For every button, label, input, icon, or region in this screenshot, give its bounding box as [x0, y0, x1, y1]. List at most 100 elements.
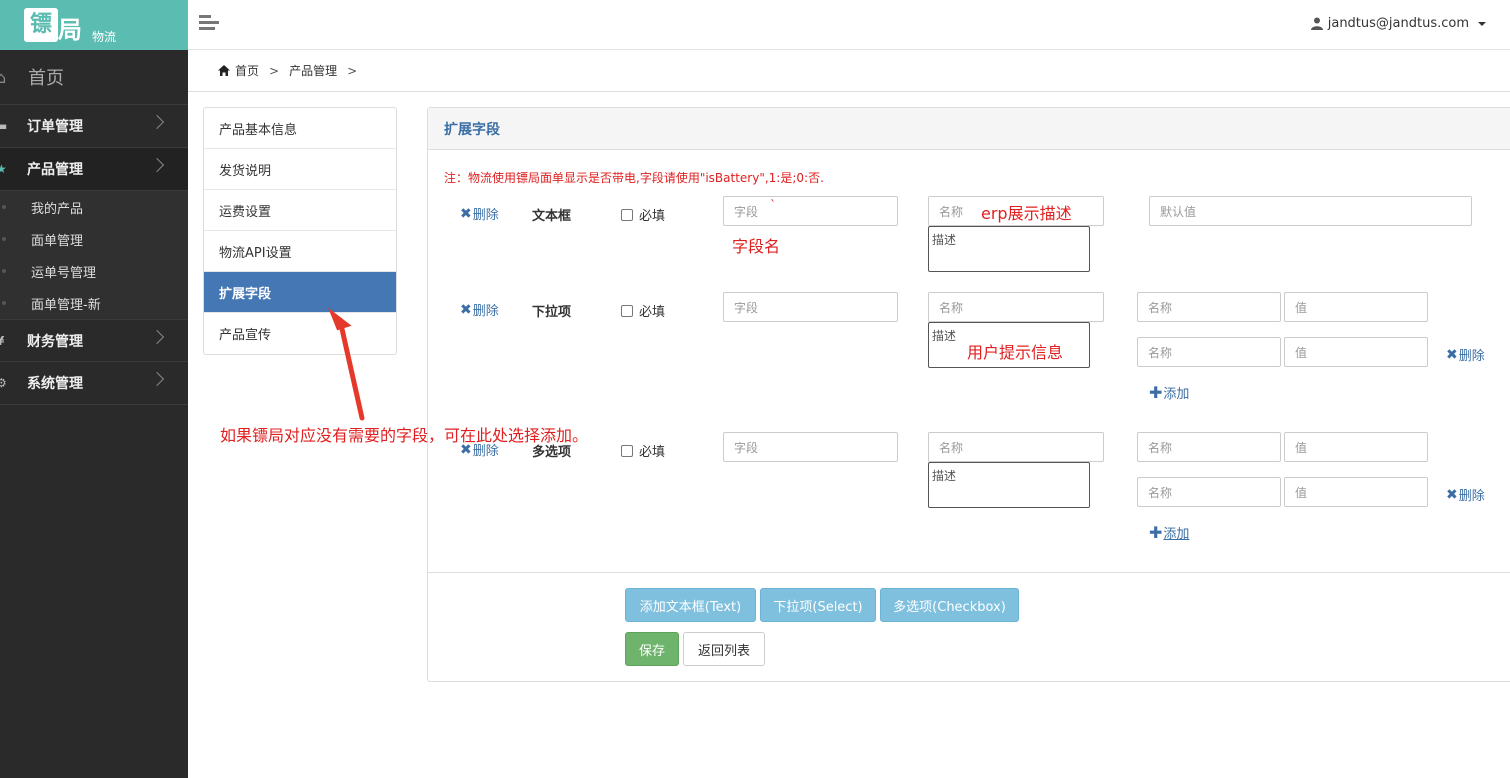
annotation-field-name: 字段名 — [732, 237, 781, 256]
default-value-input[interactable]: 默认值 — [1149, 196, 1472, 226]
chevron-right-icon — [149, 157, 165, 173]
breadcrumb-separator: > — [269, 63, 280, 78]
field-key-input[interactable]: 字段 — [723, 432, 898, 462]
option-value-input[interactable]: 值 — [1284, 432, 1428, 462]
add-label: 添加 — [1163, 527, 1190, 542]
sidebar-subitem-label: 我的产品 — [31, 201, 84, 217]
option-value-input[interactable]: 值 — [1284, 477, 1428, 507]
breadcrumb-home[interactable]: 首页 — [235, 62, 259, 79]
logo[interactable]: 镖 局 物流 — [0, 0, 188, 50]
top-header: jandtus@jandtus.com — [188, 0, 1510, 50]
delete-label: 删除 — [1458, 349, 1485, 364]
checkbox-icon[interactable] — [621, 304, 633, 317]
tab-basic-info[interactable]: 产品基本信息 — [204, 108, 396, 149]
bullet-icon — [2, 269, 6, 273]
bullet-icon — [2, 205, 6, 209]
add-option-button[interactable]: ✚ 添加 — [1149, 523, 1189, 542]
sidebar-item-home[interactable]: ⌂ 首页 — [0, 50, 188, 105]
field-type-label: 文本框 — [532, 209, 572, 224]
plus-icon: ✚ — [1149, 523, 1163, 542]
tab-freight-settings[interactable]: 运费设置 — [204, 190, 396, 231]
panel-title: 扩展字段 — [428, 108, 1510, 150]
home-icon: ⌂ — [0, 67, 7, 87]
option-name-input[interactable]: 名称 — [1137, 432, 1281, 462]
add-text-field-button[interactable]: 添加文本框(Text) — [625, 588, 756, 622]
delete-row-text-button[interactable]: ✖ 删除 — [460, 204, 499, 224]
close-icon: ✖ — [1446, 346, 1458, 363]
delete-label: 删除 — [472, 208, 499, 223]
sidebar-subitem-tracking-mgmt[interactable]: 运单号管理 — [0, 255, 188, 287]
checkbox-icon[interactable] — [621, 444, 633, 457]
sidebar-item-finance[interactable]: ¥ 财务管理 — [0, 319, 188, 362]
field-name-input[interactable]: 名称 — [928, 432, 1104, 462]
product-icon: ★ — [0, 162, 7, 176]
option-value-input[interactable]: 值 — [1284, 292, 1428, 322]
sidebar-item-orders[interactable]: ▬ 订单管理 — [0, 105, 188, 148]
sidebar-subitem-label: 面单管理-新 — [31, 297, 101, 313]
caret-down-icon — [1478, 21, 1486, 26]
sidebar-item-label: 系统管理 — [27, 376, 83, 392]
sidebar-subitem-label-mgmt[interactable]: 面单管理 — [0, 223, 188, 255]
field-desc-textarea[interactable]: 描述 — [928, 226, 1090, 272]
checkbox-icon[interactable] — [621, 208, 633, 221]
delete-label: 删除 — [472, 304, 499, 319]
save-button[interactable]: 保存 — [625, 632, 679, 666]
annotation-erp: erp展示描述 — [981, 204, 1072, 223]
sidebar-subitem-label: 面单管理 — [31, 233, 84, 249]
chevron-right-icon — [149, 371, 165, 387]
required-checkbox[interactable]: 必填 — [621, 301, 665, 320]
gear-icon: ⚙ — [0, 376, 7, 390]
delete-option-button[interactable]: ✖ 删除 — [1446, 345, 1485, 365]
breadcrumb: 首页 > 产品管理 > — [188, 50, 1510, 92]
sidebar-subitem-label-mgmt-new[interactable]: 面单管理-新 — [0, 287, 188, 319]
logo-mark: 镖 — [24, 8, 58, 42]
add-option-button[interactable]: ✚ 添加 — [1149, 383, 1189, 402]
tab-shipping-notes[interactable]: 发货说明 — [204, 149, 396, 190]
chevron-right-icon — [149, 329, 165, 345]
tab-api-settings[interactable]: 物流API设置 — [204, 231, 396, 272]
sidebar-submenu: 我的产品 面单管理 运单号管理 面单管理-新 — [0, 191, 188, 319]
panel-divider — [428, 572, 1510, 573]
sidebar-subitem-my-products[interactable]: 我的产品 — [0, 191, 188, 223]
add-label: 添加 — [1163, 387, 1190, 402]
battery-note: 注：物流使用镖局面单显示是否带电,字段请使用"isBattery",1:是;0:… — [444, 171, 824, 185]
sidebar-item-label: 产品管理 — [27, 162, 83, 178]
sidebar-subitem-label: 运单号管理 — [31, 265, 97, 281]
bullet-icon — [2, 301, 6, 305]
field-key-input[interactable]: 字段 — [723, 292, 898, 322]
delete-row-select-button[interactable]: ✖ 删除 — [460, 300, 499, 320]
sidebar-item-system[interactable]: ⚙ 系统管理 — [0, 362, 188, 405]
field-desc-textarea[interactable]: 描述 — [928, 462, 1090, 508]
menu-toggle-icon[interactable] — [199, 15, 221, 33]
required-checkbox[interactable]: 必填 — [621, 441, 665, 460]
option-name-input[interactable]: 名称 — [1137, 337, 1281, 367]
delete-option-button[interactable]: ✖ 删除 — [1446, 485, 1485, 505]
logo-subtitle: 物流 — [92, 30, 117, 44]
field-key-input[interactable]: 字段 — [723, 196, 898, 226]
bullet-icon — [2, 237, 6, 241]
close-icon: ✖ — [460, 205, 472, 222]
delete-label: 删除 — [1458, 489, 1485, 504]
sidebar-item-label: 财务管理 — [27, 333, 83, 350]
list-icon: ▬ — [0, 119, 8, 133]
option-value-input[interactable]: 值 — [1284, 337, 1428, 367]
user-menu[interactable]: jandtus@jandtus.com — [1310, 16, 1486, 31]
add-checkbox-field-button[interactable]: 多选项(Checkbox) — [880, 588, 1019, 622]
close-icon: ✖ — [1446, 486, 1458, 503]
user-icon — [1310, 17, 1323, 30]
chevron-right-icon — [149, 114, 165, 130]
home-icon — [218, 65, 230, 76]
sidebar-item-products[interactable]: ★ 产品管理 — [0, 148, 188, 191]
breadcrumb-current[interactable]: 产品管理 — [289, 62, 337, 79]
back-to-list-button[interactable]: 返回列表 — [683, 632, 765, 666]
required-label: 必填 — [639, 209, 666, 224]
required-label: 必填 — [639, 305, 666, 320]
option-name-input[interactable]: 名称 — [1137, 477, 1281, 507]
required-checkbox[interactable]: 必填 — [621, 205, 665, 224]
annotation-add-hint: 如果镖局对应没有需要的字段，可在此处选择添加。 — [220, 426, 589, 445]
field-name-input[interactable]: 名称 — [928, 292, 1104, 322]
sidebar-item-label: 首页 — [28, 68, 64, 89]
add-select-field-button[interactable]: 下拉项(Select) — [760, 588, 876, 622]
option-name-input[interactable]: 名称 — [1137, 292, 1281, 322]
user-email: jandtus@jandtus.com — [1327, 16, 1469, 31]
